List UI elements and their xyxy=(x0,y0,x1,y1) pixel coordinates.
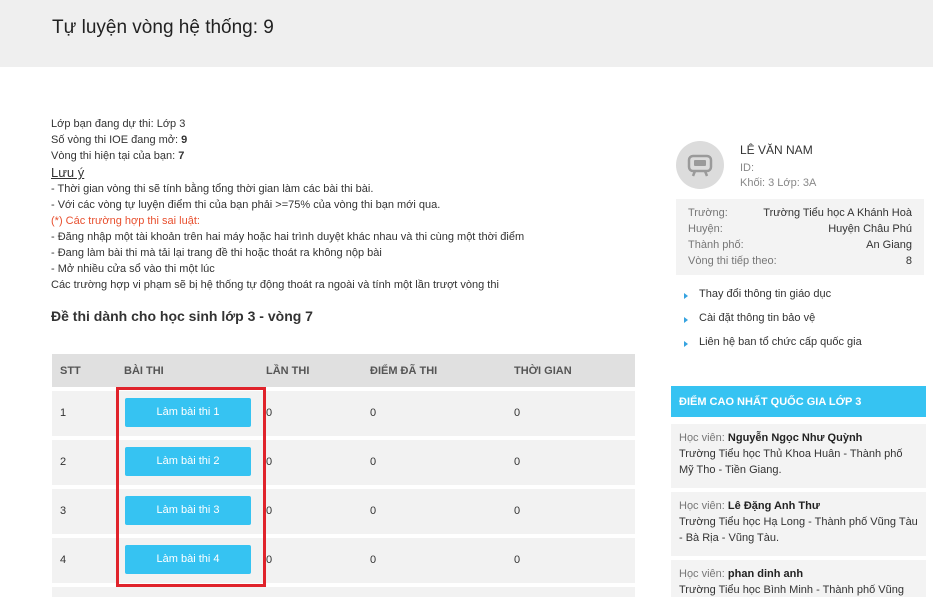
table-row: 2 Làm bài thi 2 0 0 0 xyxy=(52,440,635,485)
user-name: LÊ VĂN NAM xyxy=(740,143,813,157)
current-round-value: 7 xyxy=(178,150,185,162)
contact-organizer-link[interactable]: Liên hệ ban tổ chức cấp quốc gia xyxy=(684,336,862,360)
next-round-value: 8 xyxy=(905,255,912,267)
district-value: Huyện Châu Phú xyxy=(828,223,912,235)
column-header-stt: STT xyxy=(60,365,81,377)
open-rounds-value: 9 xyxy=(181,134,188,146)
next-round-label: Vòng thi tiếp theo: xyxy=(688,255,777,267)
info-block: Lớp bạn đang dự thi: Lớp 3 Số vòng thi I… xyxy=(51,116,651,293)
row-score: 0 xyxy=(370,505,377,517)
row-attempts: 0 xyxy=(266,505,273,517)
city-value: An Giang xyxy=(866,239,912,251)
row-time: 0 xyxy=(514,407,521,419)
row-attempts: 0 xyxy=(266,456,273,468)
school-value: Trường Tiểu học A Khánh Hoà xyxy=(763,207,912,219)
grade-value: Lớp 3 xyxy=(156,118,186,130)
security-settings-link[interactable]: Cài đặt thông tin bảo vệ xyxy=(684,312,862,336)
note-line: - Thời gian vòng thi sẽ tính bằng tổng t… xyxy=(51,183,374,195)
profile-details: Trường: Trường Tiểu học A Khánh Hoà Huyệ… xyxy=(676,199,924,275)
student-name: Lê Đặng Anh Thư xyxy=(727,500,820,512)
note-title: Lưu ý xyxy=(51,165,85,180)
row-attempts: 0 xyxy=(266,407,273,419)
student-name: phan dinh anh xyxy=(727,568,804,580)
column-header-score: ĐIỂM ĐÃ THI xyxy=(370,365,438,377)
row-stt: 1 xyxy=(60,407,67,419)
row-time: 0 xyxy=(514,505,521,517)
row-stt: 3 xyxy=(60,505,67,517)
user-class: Khối: 3 Lớp: 3A xyxy=(740,177,817,189)
row-score: 0 xyxy=(370,456,377,468)
current-round-line: Vòng thi hiện tại của bạn: 7 xyxy=(51,150,185,162)
avatar xyxy=(676,141,724,189)
row-score: 0 xyxy=(370,407,377,419)
city-label: Thành phố: xyxy=(688,239,744,251)
page-title: Tự luyện vòng hệ thống: 9 xyxy=(52,17,274,38)
violation-line: - Đăng nhập một tài khoản trên hai máy h… xyxy=(51,231,525,243)
table-row: 3 Làm bài thi 3 0 0 0 xyxy=(52,489,635,534)
highscores-title: ĐIỂM CAO NHẤT QUỐC GIA LỚP 3 xyxy=(671,386,926,417)
highscore-card: Học viên: Nguyễn Ngọc Như Quỳnh Trường T… xyxy=(671,424,926,488)
student-school: Trường Tiểu học Bình Minh - Thành phố Vũ… xyxy=(679,584,904,596)
exam-section-title: Đề thi dành cho học sinh lớp 3 - vòng 7 xyxy=(51,308,313,324)
robot-icon xyxy=(687,154,713,177)
school-label: Trường: xyxy=(688,207,728,219)
row-score: 0 xyxy=(370,554,377,566)
table-row: 4 Làm bài thi 4 0 0 0 xyxy=(52,538,635,583)
row-stt: 4 xyxy=(60,554,67,566)
row-time: 0 xyxy=(514,456,521,468)
change-education-info-link[interactable]: Thay đổi thông tin giáo dục xyxy=(684,288,862,312)
student-school: Trường Tiểu học Hạ Long - Thành phố Vũng… xyxy=(679,516,918,544)
column-header-attempts: LẦN THI xyxy=(266,365,310,377)
column-header-time: THỜI GIAN xyxy=(514,365,572,377)
table-row: 1 Làm bài thi 1 0 0 0 xyxy=(52,391,635,436)
student-name: Nguyễn Ngọc Như Quỳnh xyxy=(727,432,863,444)
column-header-test: BÀI THI xyxy=(124,365,164,377)
row-time: 0 xyxy=(514,554,521,566)
student-school: Trường Tiểu học Thủ Khoa Huân - Thành ph… xyxy=(679,448,903,476)
profile-links: Thay đổi thông tin giáo dục Cài đặt thôn… xyxy=(684,288,862,360)
violation-title: (*) Các trường hợp thi sai luật: xyxy=(51,215,200,227)
start-test-button-3[interactable]: Làm bài thi 3 xyxy=(125,496,251,525)
open-rounds-line: Số vòng thi IOE đang mở: 9 xyxy=(51,134,188,146)
highscore-card: Học viên: Lê Đặng Anh Thư Trường Tiểu họ… xyxy=(671,492,926,556)
start-test-button-2[interactable]: Làm bài thi 2 xyxy=(125,447,251,476)
table-header: STT BÀI THI LẦN THI ĐIỂM ĐÃ THI THỜI GIA… xyxy=(52,354,635,387)
table-row xyxy=(52,587,635,597)
violation-line: Các trường hợp vi phạm sẽ bị hệ thống tự… xyxy=(51,279,499,291)
district-label: Huyện: xyxy=(688,223,723,235)
page-header: Tự luyện vòng hệ thống: 9 xyxy=(0,0,933,67)
violation-line: - Mở nhiều cửa sổ vào thi một lúc xyxy=(51,263,215,275)
grade-line: Lớp bạn đang dự thi: Lớp 3 xyxy=(51,118,186,130)
start-test-button-1[interactable]: Làm bài thi 1 xyxy=(125,398,251,427)
highscore-card: Học viên: phan dinh anh Trường Tiểu học … xyxy=(671,560,926,597)
start-test-button-4[interactable]: Làm bài thi 4 xyxy=(125,545,251,574)
user-id: ID: xyxy=(740,162,755,174)
row-attempts: 0 xyxy=(266,554,273,566)
note-line: - Với các vòng tự luyện điểm thi của bạn… xyxy=(51,199,441,211)
row-stt: 2 xyxy=(60,456,67,468)
violation-line: - Đang làm bài thi mà tải lại trang đề t… xyxy=(51,247,382,259)
